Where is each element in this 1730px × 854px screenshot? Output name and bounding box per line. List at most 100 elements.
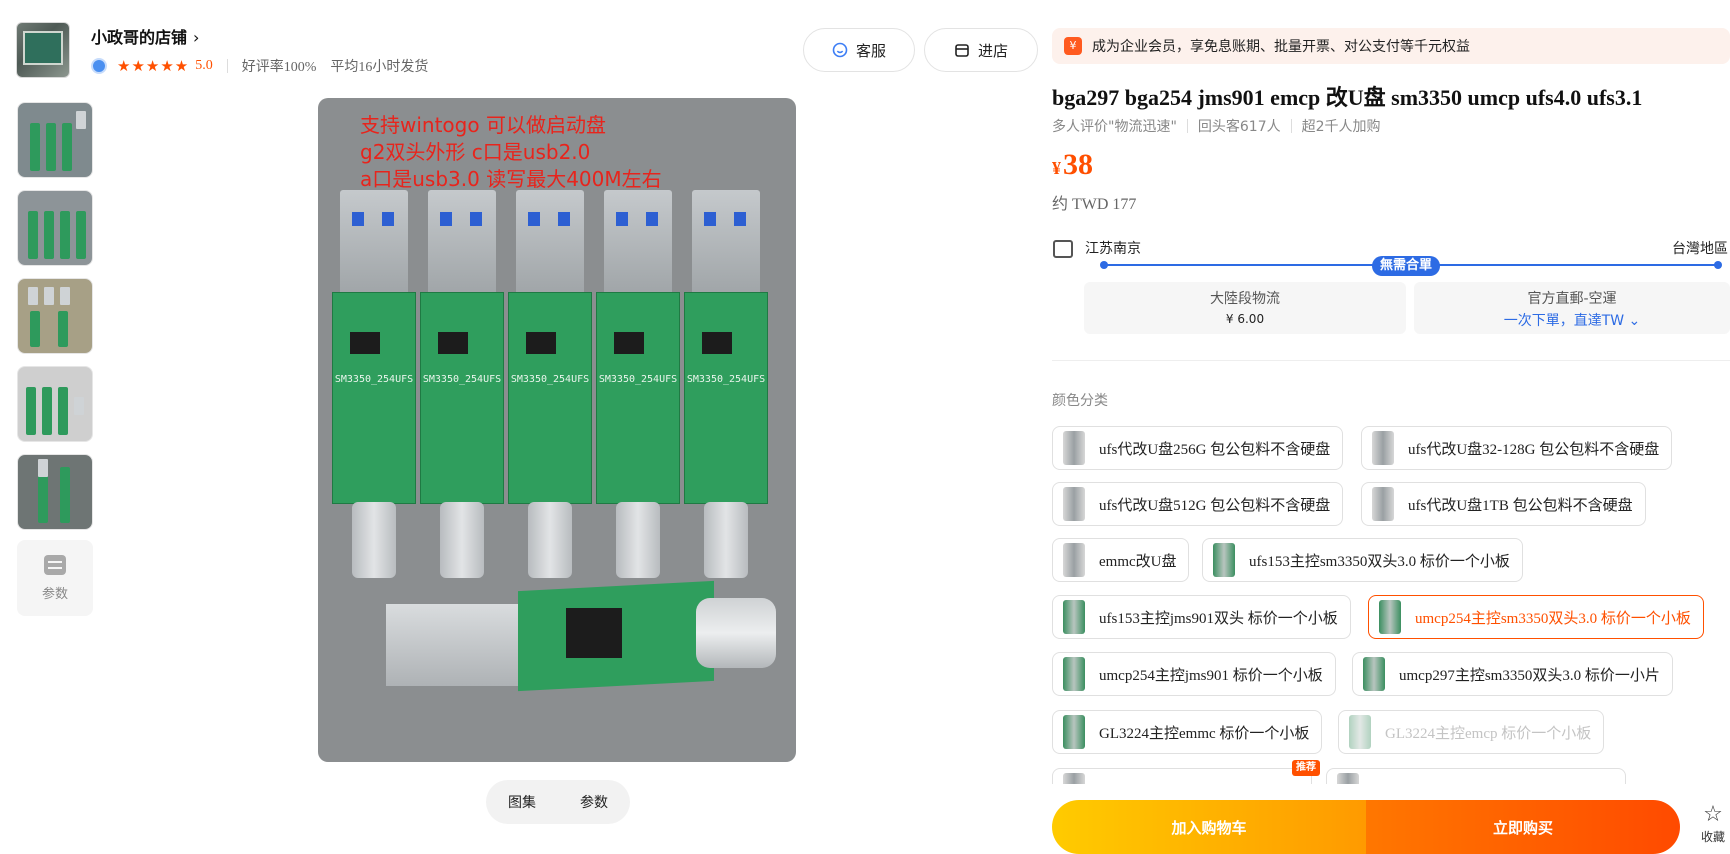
divider — [1186, 119, 1188, 133]
leg-title: 官方直郵-空運 — [1527, 291, 1617, 307]
gallery-thumbnail[interactable] — [17, 454, 93, 530]
pcb-board: SM3350_254UFS — [508, 190, 592, 578]
rating-score: 5.0 — [195, 58, 213, 73]
gallery-thumbnail[interactable] — [17, 278, 93, 354]
enter-shop-label: 进店 — [977, 41, 1008, 60]
ship-to[interactable]: 台灣地區 — [1672, 238, 1728, 258]
customer-service-button[interactable]: 客服 — [803, 28, 915, 72]
variant-option[interactable]: GL3224主控emmc 标价一个小板 — [1052, 710, 1323, 754]
product-highlights: 多人评价"物流迅速" 回头客617人 超2千人加购 — [1052, 116, 1381, 136]
leg-detail-link[interactable]: 一次下單，直達TW ⌄ — [1414, 310, 1730, 330]
sliders-icon — [44, 554, 66, 575]
store-icon — [954, 42, 970, 58]
variant-label: umcp254主控sm3350双头3.0 标价一个小板 — [1415, 610, 1691, 627]
tab-gallery[interactable]: 图集 — [508, 792, 536, 812]
variant-label: 颜色分类 — [1052, 393, 1108, 409]
enter-shop-button[interactable]: 进店 — [924, 28, 1038, 72]
variant-option[interactable]: ufs代改U盘256G 包公包料不含硬盘 — [1052, 426, 1344, 470]
customer-service-label: 客服 — [855, 41, 886, 60]
variant-swatch — [1372, 431, 1394, 465]
rating-stars: ★★★★★ — [117, 57, 190, 75]
returning-customers: 回头客617人 — [1197, 119, 1281, 135]
variant-option[interactable]: ufs153主控jms901双头 标价一个小板 — [1052, 595, 1351, 639]
variant-label: umcp254主控jms901 标价一个小板 — [1099, 667, 1323, 684]
price-value: 38 — [1063, 148, 1093, 181]
main-product-image[interactable]: 支持wintogo 可以做启动盘 g2双头外形 c口是usb2.0 a口是usb… — [318, 98, 796, 762]
review-tag: 多人评价"物流迅速" — [1052, 119, 1177, 135]
variant-label: ufs代改U盘1TB 包公包料不含硬盘 — [1408, 497, 1633, 514]
good-rate: 好评率100% — [241, 60, 317, 75]
leg-price: ¥ 6.00 — [1225, 312, 1265, 326]
variant-option[interactable]: ufs153主控sm3350双头3.0 标价一个小板 — [1202, 538, 1523, 582]
variant-swatch — [1063, 431, 1085, 465]
variant-label: emmc改U盘 — [1099, 553, 1177, 570]
caption-line: a口是usb3.0 读写最大400M左右 — [360, 167, 662, 191]
shop-badge-icon — [91, 58, 107, 74]
variant-option-selected[interactable]: umcp254主控sm3350双头3.0 标价一个小板 — [1368, 595, 1704, 639]
add-to-cart-button[interactable]: 加入购物车 — [1052, 800, 1366, 854]
chevron-right-icon: › — [193, 28, 200, 47]
variant-swatch — [1063, 715, 1085, 749]
ship-from: 江苏南京 — [1085, 241, 1141, 257]
variant-option[interactable]: emmc改U盘 — [1052, 538, 1190, 582]
product-title: bga297 bga254 jms901 emcp 改U盘 sm3350 umc… — [1052, 85, 1643, 110]
variant-swatch — [1063, 543, 1085, 577]
variant-option-disabled[interactable]: GL3224主控emcp 标价一个小板 — [1338, 710, 1605, 754]
gallery-tabs: 图集 参数 — [486, 780, 630, 824]
pcb-board-assembled — [386, 580, 776, 692]
variant-label: GL3224主控emmc 标价一个小板 — [1099, 725, 1310, 742]
gallery-thumbnail[interactable] — [17, 366, 93, 442]
shop-meta: ★★★★★ 5.0 好评率100% 平均16小时发货 — [91, 56, 428, 76]
variant-label: GL3224主控emcp 标价一个小板 — [1385, 725, 1592, 742]
gallery-thumbnail[interactable] — [17, 190, 93, 266]
params-thumbnail-label: 参数 — [41, 586, 68, 602]
route-tag: 無需合單 — [1372, 256, 1441, 276]
section-divider — [1052, 360, 1730, 361]
params-thumbnail[interactable]: 参数 — [17, 540, 93, 616]
cart-adds: 超2千人加购 — [1301, 119, 1381, 135]
variant-label: ufs代改U盘512G 包公包料不含硬盘 — [1099, 497, 1331, 514]
yuan-icon: ¥ — [1064, 37, 1082, 55]
recommend-badge: 推荐 — [1292, 760, 1320, 776]
variant-label: ufs代改U盘32-128G 包公包料不含硬盘 — [1408, 441, 1660, 458]
variant-swatch — [1063, 657, 1085, 691]
buy-now-button[interactable]: 立即购买 — [1366, 800, 1680, 854]
shipping-leg-mainland: 大陸段物流 ¥ 6.00 — [1084, 282, 1406, 334]
image-caption: 支持wintogo 可以做启动盘 g2双头外形 c口是usb2.0 a口是usb… — [360, 112, 662, 193]
favorite-button[interactable]: ☆ 收藏 — [1696, 804, 1730, 845]
pcb-board: SM3350_254UFS — [596, 190, 680, 578]
caption-line: g2双头外形 c口是usb2.0 — [360, 140, 591, 164]
variant-swatch — [1363, 657, 1385, 691]
route-start-dot — [1100, 261, 1108, 269]
leg-title: 大陸段物流 — [1210, 291, 1280, 307]
variant-label: ufs153主控sm3350双头3.0 标价一个小板 — [1249, 553, 1510, 570]
shop-name: 小政哥的店铺 — [91, 28, 188, 47]
tab-params[interactable]: 参数 — [580, 792, 608, 812]
star-outline-icon: ☆ — [1703, 802, 1723, 827]
buy-now-label: 立即购买 — [1492, 818, 1553, 837]
variant-option[interactable]: ufs代改U盘512G 包公包料不含硬盘 — [1052, 482, 1344, 526]
divider — [1290, 119, 1292, 133]
variant-swatch — [1379, 600, 1401, 634]
gallery-thumbnail[interactable] — [17, 102, 93, 178]
pcb-board: SM3350_254UFS — [684, 190, 768, 578]
variant-swatch — [1213, 543, 1235, 577]
variant-swatch — [1349, 715, 1371, 749]
add-to-cart-label: 加入购物车 — [1171, 818, 1247, 837]
favorite-label: 收藏 — [1700, 830, 1725, 844]
ship-time: 平均16小时发货 — [330, 60, 429, 75]
variant-option[interactable]: umcp297主控sm3350双头3.0 标价一小片 — [1352, 652, 1673, 696]
enterprise-promo-banner[interactable]: ¥ 成为企业会员，享免息账期、批量开票、对公支付等千元权益 — [1052, 28, 1730, 64]
variant-option[interactable]: ufs代改U盘32-128G 包公包料不含硬盘 — [1361, 426, 1673, 470]
variant-option[interactable]: umcp254主控jms901 标价一个小板 — [1052, 652, 1336, 696]
variant-label: ufs代改U盘256G 包公包料不含硬盘 — [1099, 441, 1331, 458]
pcb-board: SM3350_254UFS — [420, 190, 504, 578]
shop-name-link[interactable]: 小政哥的店铺 › — [91, 24, 199, 48]
price-twd: 约 TWD 177 — [1052, 196, 1137, 213]
variant-option[interactable]: ufs代改U盘1TB 包公包料不含硬盘 — [1361, 482, 1646, 526]
shop-logo[interactable] — [16, 22, 70, 78]
currency-symbol: ¥ — [1052, 158, 1061, 178]
shop-logo-image — [23, 31, 63, 65]
variant-label: ufs153主控jms901双头 标价一个小板 — [1099, 610, 1338, 627]
truck-icon — [1053, 240, 1073, 258]
